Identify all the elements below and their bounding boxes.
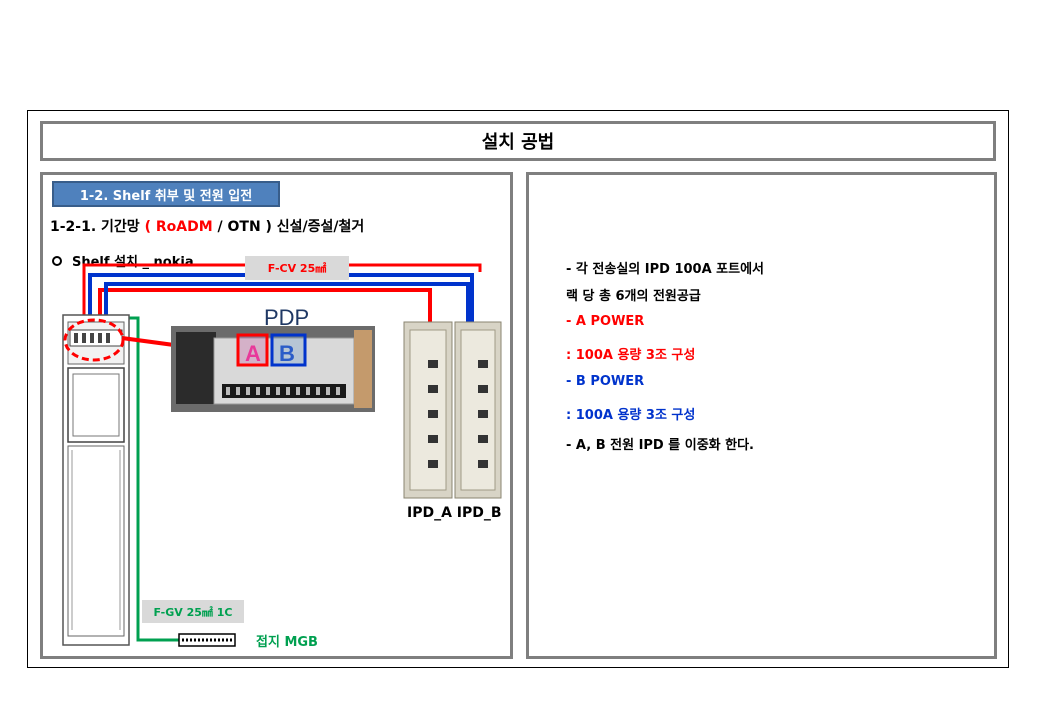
description-line-4: : 100A 용량 3조 구성: [566, 348, 696, 363]
pdp-port-a-label: A: [245, 341, 261, 366]
description-line-5: - B POWER: [566, 374, 645, 389]
description-line-1: - 각 전송실의 IPD 100A 포트에서: [566, 262, 765, 277]
pdp-label: PDP: [264, 305, 310, 330]
ipd-a-cabinet: [403, 321, 453, 499]
ground-label: 접지 MGB: [256, 635, 318, 650]
pdp-port-b-label: B: [279, 341, 295, 366]
description-line-7: - A, B 전원 IPD 를 이중화 한다.: [566, 438, 755, 453]
cable-label-fgv: F-GV 25㎟ 1C: [142, 600, 244, 623]
ground-bar-icon: [178, 633, 236, 647]
description-line-3: - A POWER: [566, 314, 645, 329]
rack-cabinet: [62, 314, 130, 646]
ipd-b-cabinet: [454, 321, 502, 499]
description-line-2: 랙 당 총 6개의 전원공급: [566, 289, 701, 304]
ipd-label: IPD_A IPD_B: [407, 505, 502, 521]
cable-label-fcv: F-CV 25㎟: [245, 256, 349, 280]
description-line-6: : 100A 용량 3조 구성: [566, 408, 696, 423]
